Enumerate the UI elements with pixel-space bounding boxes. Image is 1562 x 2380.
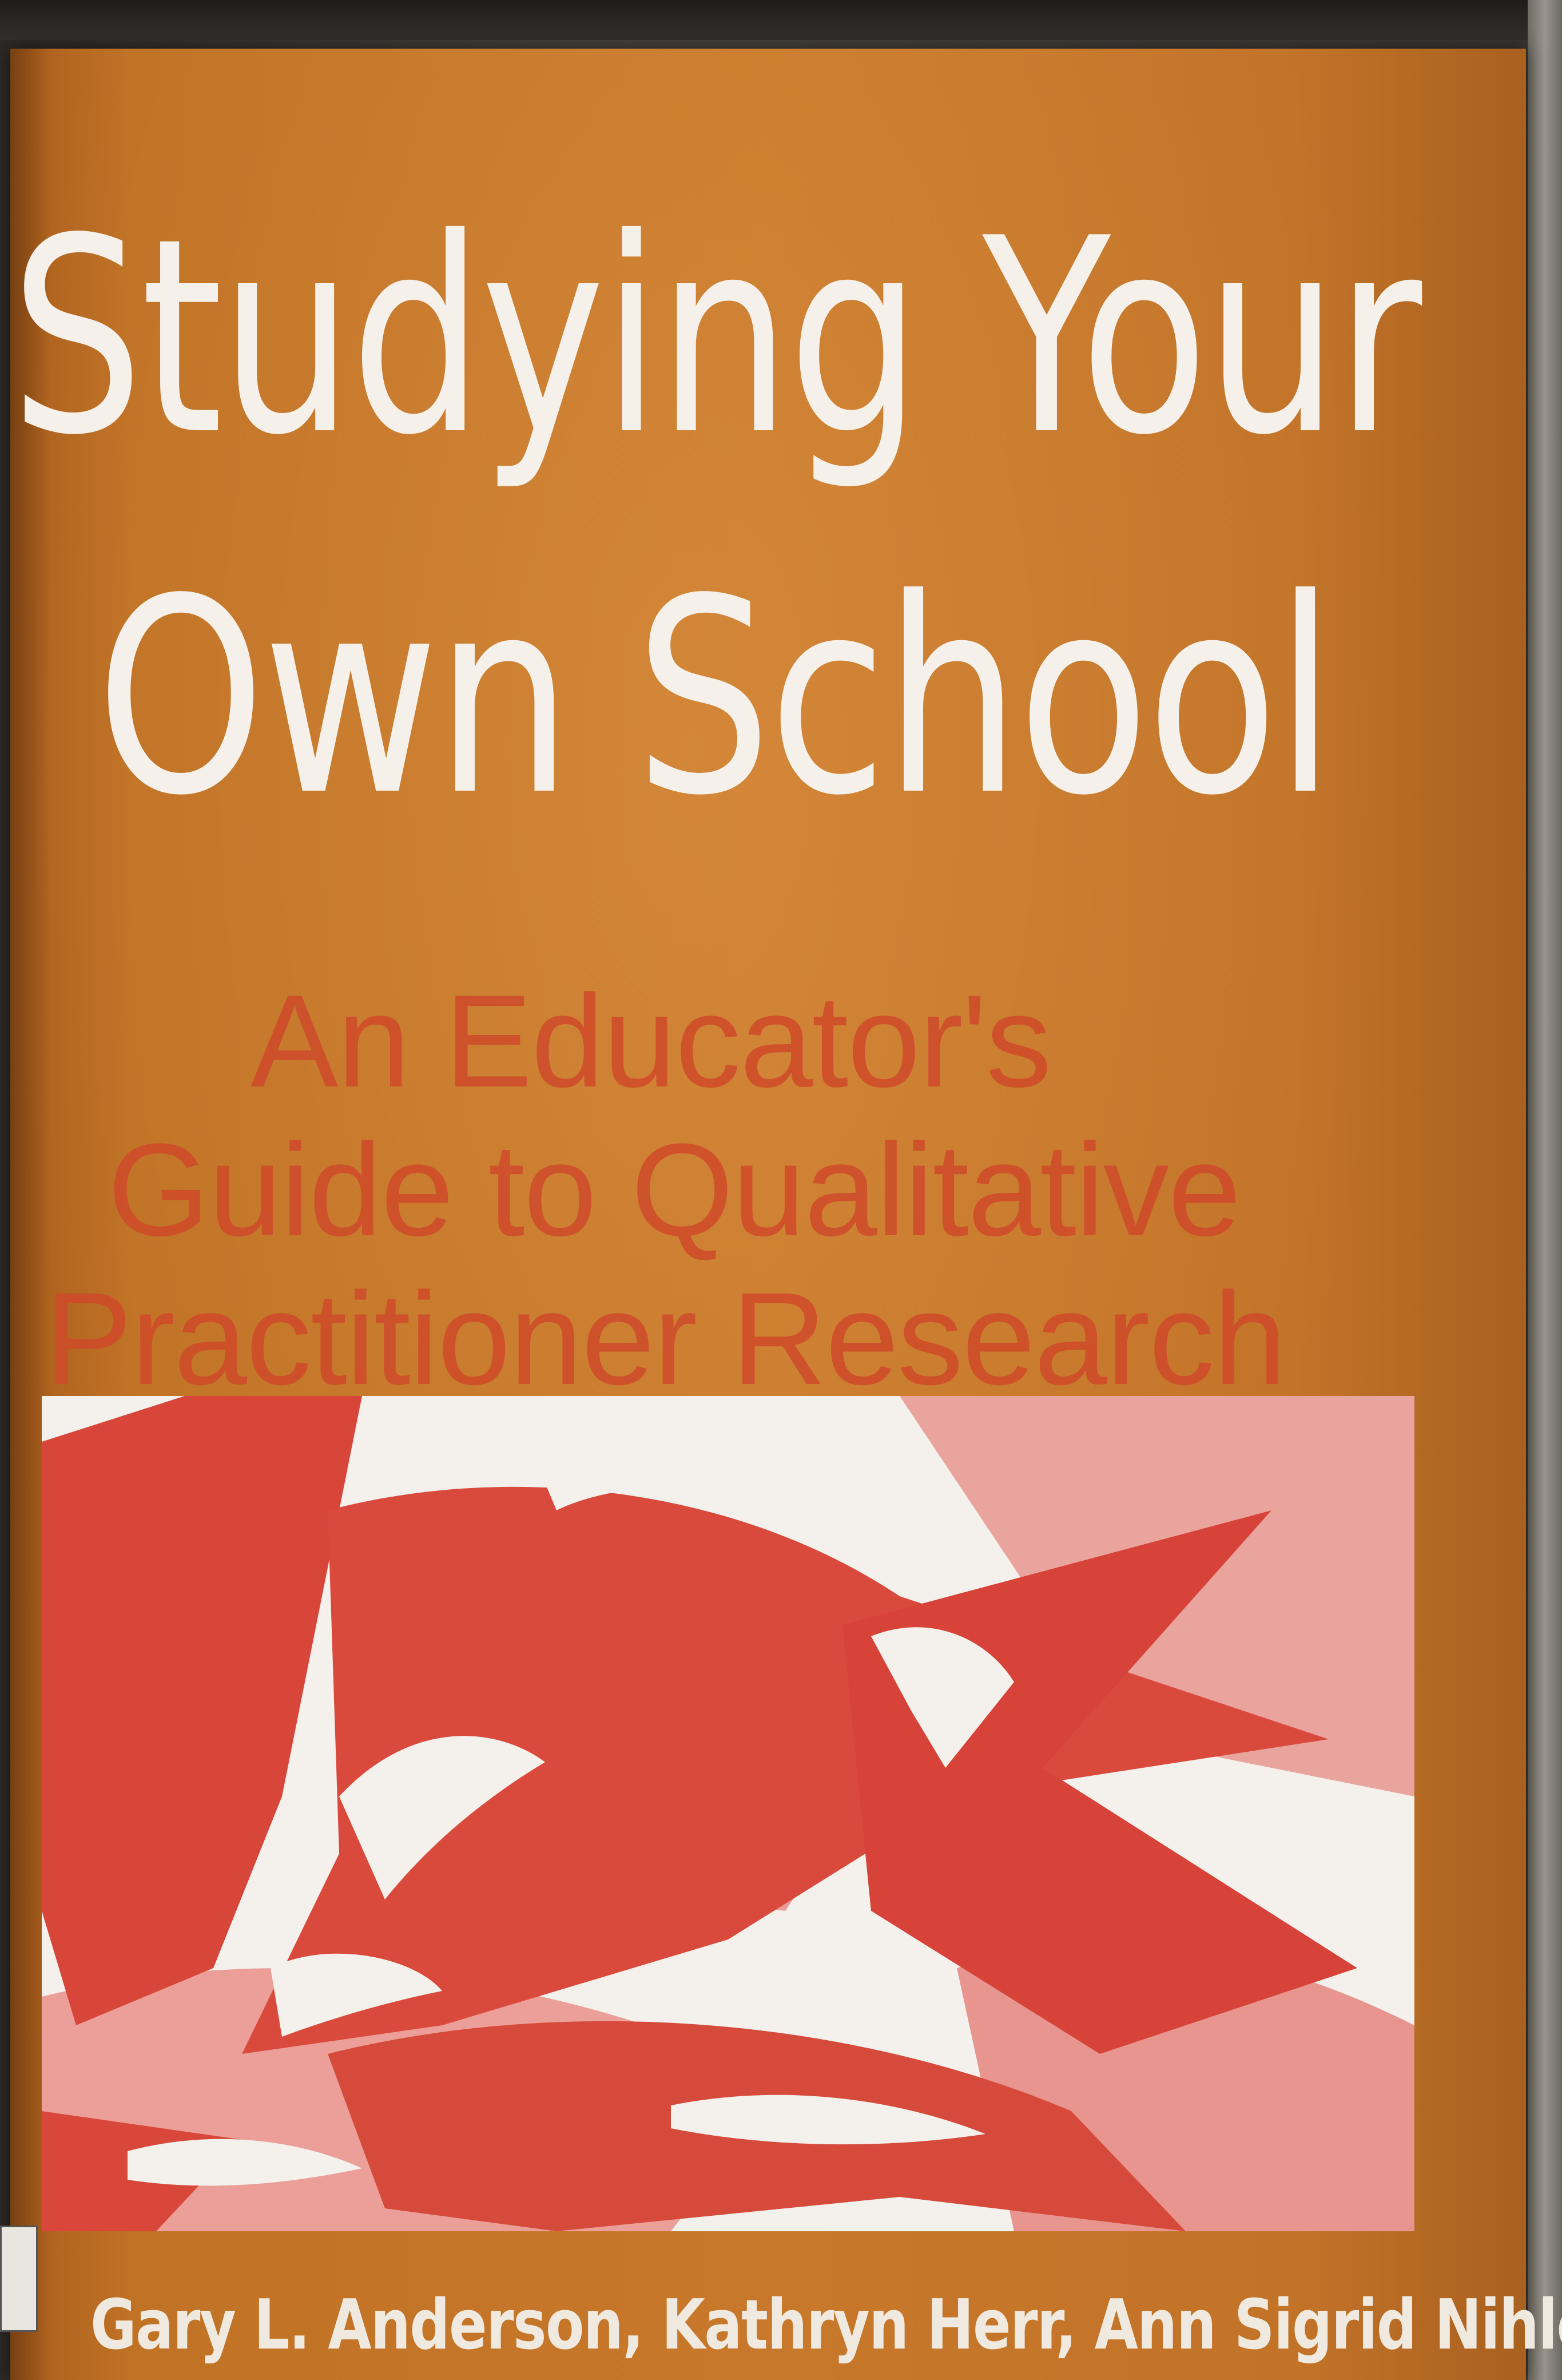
library-label-sticker	[0, 2226, 38, 2332]
abstract-shapes-illustration	[42, 1396, 1414, 2231]
art-cutout-1	[528, 1425, 774, 1510]
book-cover: Studying Your Own School An Educator's G…	[10, 49, 1562, 2380]
book-authors: Gary L. Anderson, Kathryn Herr, Ann Sigr…	[90, 2286, 1562, 2365]
photo-scene: Studying Your Own School An Educator's G…	[0, 0, 1562, 2380]
book-subtitle-line-2: Guide to Qualitative	[108, 1116, 1241, 1263]
shelf-background	[0, 0, 1562, 40]
book-subtitle-line-1: An Educator's	[251, 967, 1052, 1114]
book-title-line-1: Studying Your	[10, 181, 1422, 494]
book-subtitle-line-3: Practitioner Research	[45, 1265, 1287, 1412]
cover-abstract-artwork	[42, 1396, 1414, 2231]
book-title-line-2: Own School	[96, 541, 1335, 854]
neighboring-book-spine	[1528, 0, 1562, 2380]
